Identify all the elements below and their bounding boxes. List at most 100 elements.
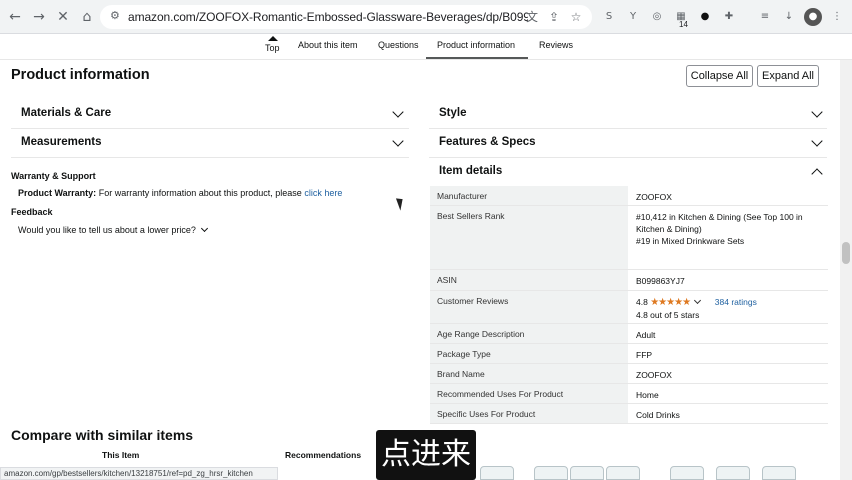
detail-key: Recommended Uses For Product bbox=[430, 384, 628, 403]
stop-icon[interactable]: ✕ bbox=[54, 8, 72, 26]
divider bbox=[11, 157, 409, 158]
expand-all-button[interactable]: Expand All bbox=[757, 65, 819, 87]
chevron-down-icon bbox=[392, 135, 404, 147]
chevron-down-icon[interactable] bbox=[694, 296, 702, 305]
chevron-down-icon bbox=[392, 106, 404, 118]
video-caption-overlay: 点进来 bbox=[376, 430, 476, 480]
detail-value: Cold Drinks bbox=[636, 410, 680, 420]
tab-questions[interactable]: Questions bbox=[378, 40, 419, 50]
detail-key: Customer Reviews bbox=[430, 291, 628, 323]
compare-this-item-heading: This Item bbox=[102, 450, 140, 460]
extension-badge: 14 bbox=[679, 20, 688, 29]
chevron-down-icon bbox=[201, 224, 209, 233]
download-icon[interactable]: ↓ bbox=[780, 8, 798, 26]
divider bbox=[429, 128, 827, 129]
feedback-question: Would you like to tell us about a lower … bbox=[18, 225, 196, 235]
forward-icon[interactable]: → bbox=[30, 8, 48, 26]
product-thumbnail[interactable] bbox=[670, 466, 704, 480]
feedback-heading: Feedback bbox=[11, 207, 53, 217]
detail-key: Age Range Description bbox=[430, 324, 628, 343]
top-link[interactable]: Top bbox=[265, 43, 280, 53]
home-icon[interactable]: ⌂ bbox=[78, 8, 96, 26]
table-row: ASIN B099863YJ7 bbox=[430, 270, 828, 291]
accordion-measurements[interactable]: Measurements bbox=[11, 130, 409, 158]
url-text[interactable]: amazon.com/ZOOFOX-Romantic-Embossed-Glas… bbox=[128, 10, 528, 24]
product-thumbnail[interactable] bbox=[716, 466, 750, 480]
accordion-style[interactable]: Style bbox=[429, 101, 827, 129]
accordion-label: Features & Specs bbox=[439, 136, 536, 148]
product-thumbnail[interactable] bbox=[762, 466, 796, 480]
detail-value: B099863YJ7 bbox=[636, 276, 685, 286]
active-tab-indicator bbox=[426, 57, 528, 59]
warranty-line: Product Warranty: For warranty informati… bbox=[18, 188, 342, 198]
rank-kitchen[interactable]: #10,412 in Kitchen & Dining (See Top 100… bbox=[636, 211, 828, 235]
link-status-bar: amazon.com/gp/bestsellers/kitchen/132187… bbox=[0, 467, 278, 480]
detail-value: ZOOFOX bbox=[636, 192, 672, 202]
rating-number: 4.8 bbox=[636, 297, 648, 307]
bookmark-star-icon[interactable]: ☆ bbox=[568, 9, 584, 25]
mouse-cursor-icon bbox=[395, 196, 407, 211]
detail-key: Brand Name bbox=[430, 364, 628, 383]
detail-value: FFP bbox=[636, 350, 653, 360]
table-row: Customer Reviews 4.8 ★★★★★ 384 ratings 4… bbox=[430, 291, 828, 324]
accordion-label: Measurements bbox=[21, 136, 102, 148]
chevron-up-icon bbox=[811, 168, 823, 180]
best-sellers-rank-link[interactable]: #10,412 in Kitchen & Dining (See Top 100… bbox=[636, 206, 828, 247]
warranty-heading: Warranty & Support bbox=[11, 171, 96, 181]
accordion-materials-care[interactable]: Materials & Care bbox=[11, 101, 409, 129]
product-subnav: Top About this item Questions Product in… bbox=[0, 34, 852, 60]
accordion-label: Style bbox=[439, 107, 467, 119]
extension-y-icon[interactable]: Y bbox=[624, 8, 642, 26]
product-thumbnail[interactable] bbox=[570, 466, 604, 480]
translate-icon[interactable]: 文 bbox=[524, 9, 540, 25]
item-details-table: Manufacturer ZOOFOX Best Sellers Rank #1… bbox=[430, 186, 828, 424]
table-row: Brand Name ZOOFOX bbox=[430, 364, 828, 384]
compare-recommendations-heading: Recommendations bbox=[285, 450, 362, 460]
star-rating-icon[interactable]: ★★★★★ bbox=[650, 297, 691, 308]
tab-reviews[interactable]: Reviews bbox=[539, 40, 573, 50]
tab-about-this-item[interactable]: About this item bbox=[298, 40, 358, 50]
address-bar[interactable]: ⚙ amazon.com/ZOOFOX-Romantic-Embossed-Gl… bbox=[100, 5, 592, 29]
caret-up-icon bbox=[268, 36, 278, 41]
accordion-label: Materials & Care bbox=[21, 107, 112, 119]
extension-record-icon[interactable]: ● bbox=[696, 8, 714, 26]
table-row: Best Sellers Rank #10,412 in Kitchen & D… bbox=[430, 206, 828, 270]
divider bbox=[429, 157, 827, 158]
tab-product-information[interactable]: Product information bbox=[437, 40, 515, 50]
detail-value: ZOOFOX bbox=[636, 370, 672, 380]
extension-circle-icon[interactable]: ◎ bbox=[648, 8, 666, 26]
product-thumbnail[interactable] bbox=[480, 466, 514, 480]
table-row: Package Type FFP bbox=[430, 344, 828, 364]
product-thumbnail[interactable] bbox=[534, 466, 568, 480]
divider bbox=[11, 128, 409, 129]
browser-toolbar: ← → ✕ ⌂ ⚙ amazon.com/ZOOFOX-Romantic-Emb… bbox=[0, 0, 852, 34]
accordion-features-specs[interactable]: Features & Specs bbox=[429, 130, 827, 158]
extension-s-icon[interactable]: S bbox=[600, 8, 618, 26]
compare-title: Compare with similar items bbox=[11, 427, 194, 443]
warranty-text: For warranty information about this prod… bbox=[98, 188, 302, 198]
back-icon[interactable]: ← bbox=[6, 8, 24, 26]
chevron-down-icon bbox=[811, 135, 823, 147]
chevron-down-icon bbox=[811, 106, 823, 118]
customer-reviews: 4.8 ★★★★★ 384 ratings 4.8 out of 5 stars bbox=[636, 291, 828, 321]
rank-drinkware[interactable]: #19 in Mixed Drinkware Sets bbox=[636, 235, 828, 247]
reading-list-icon[interactable]: ≡ bbox=[756, 8, 774, 26]
rating-out-of: 4.8 out of 5 stars bbox=[636, 310, 700, 320]
feedback-lower-price-link[interactable]: Would you like to tell us about a lower … bbox=[18, 224, 209, 235]
scrollbar-track[interactable] bbox=[840, 60, 852, 480]
detail-key: Best Sellers Rank bbox=[430, 206, 628, 269]
table-row: Age Range Description Adult bbox=[430, 324, 828, 344]
collapse-all-button[interactable]: Collapse All bbox=[686, 65, 753, 87]
scrollbar-thumb[interactable] bbox=[842, 242, 850, 264]
accordion-item-details[interactable]: Item details bbox=[429, 159, 827, 187]
product-thumbnail[interactable] bbox=[606, 466, 640, 480]
detail-key: Manufacturer bbox=[430, 186, 628, 205]
extensions-puzzle-icon[interactable]: ✚ bbox=[720, 8, 738, 26]
share-icon[interactable]: ⇪ bbox=[546, 9, 562, 25]
profile-avatar-icon[interactable]: ● bbox=[804, 8, 822, 26]
ratings-count-link[interactable]: 384 ratings bbox=[715, 297, 757, 307]
warranty-click-here-link[interactable]: click here bbox=[304, 188, 342, 198]
menu-kebab-icon[interactable]: ⋮ bbox=[828, 8, 846, 26]
accordion-label: Item details bbox=[439, 165, 503, 177]
site-info-icon[interactable]: ⚙ bbox=[110, 9, 120, 22]
